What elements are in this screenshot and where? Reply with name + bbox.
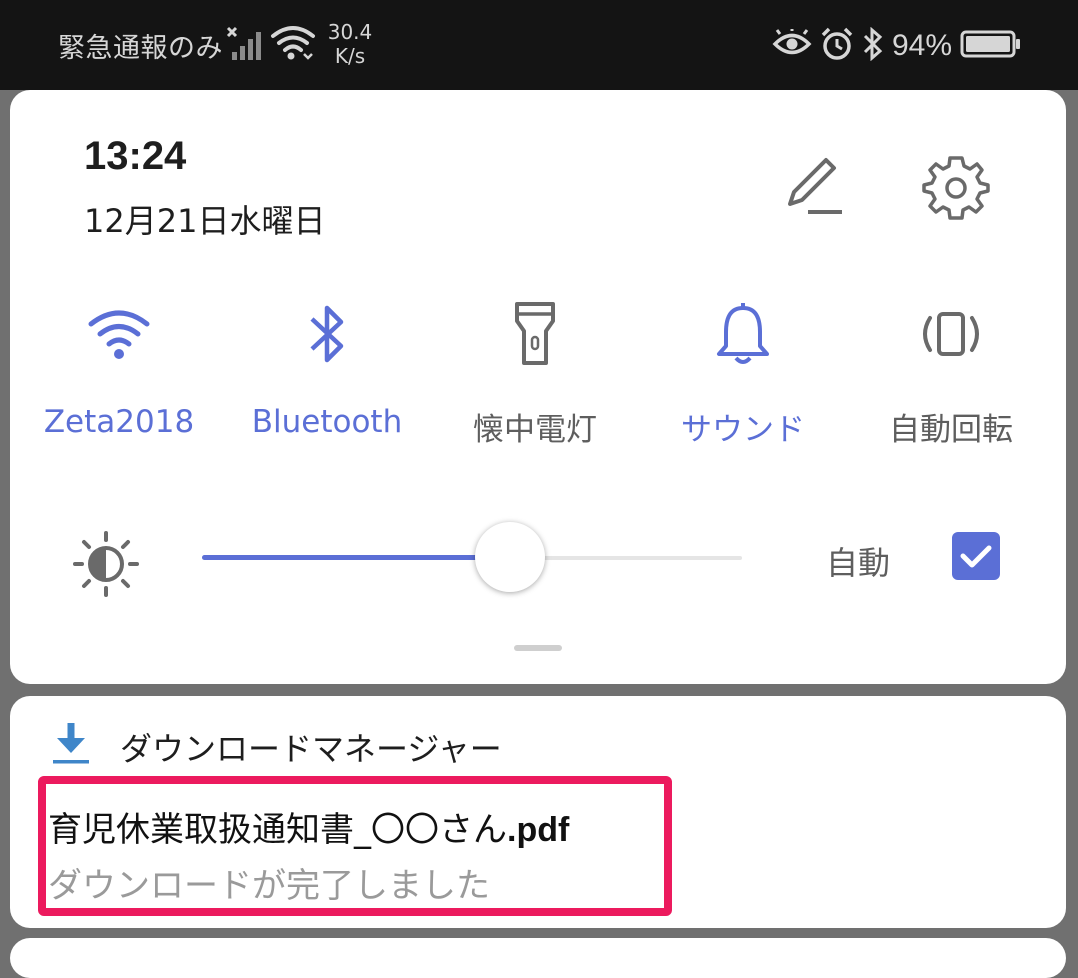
alarm-icon <box>820 27 854 65</box>
checkmark-icon <box>952 545 1000 584</box>
download-notification[interactable]: ダウンロードマネージャー 育児休業取扱通知書_〇〇さん.pdf ダウンロードが完… <box>10 696 1066 928</box>
panel-drag-handle[interactable] <box>514 645 562 651</box>
highlight-box <box>38 776 672 916</box>
tile-flashlight[interactable]: 懐中電灯 <box>435 290 635 460</box>
brightness-icon <box>72 530 140 598</box>
bluetooth-icon <box>289 294 365 374</box>
network-speed-value: 30.4 <box>327 20 373 44</box>
download-icon <box>48 720 94 766</box>
flashlight-icon <box>497 294 573 374</box>
auto-brightness-label: 自動 <box>826 544 891 582</box>
tile-sound[interactable]: サウンド <box>643 290 843 460</box>
tile-bluetooth-label: Bluetooth <box>251 404 403 440</box>
clock-time: 13:24 <box>84 134 187 178</box>
pencil-icon <box>780 158 846 222</box>
tile-wifi-label: Zeta2018 <box>43 404 195 440</box>
wifi-icon <box>81 294 157 374</box>
next-notification-card[interactable] <box>10 938 1066 978</box>
edit-tiles-button[interactable] <box>780 156 846 218</box>
status-bar: 緊急通報のみ 30.4 K/s 94% <box>0 0 1078 90</box>
auto-rotate-icon <box>913 294 989 374</box>
status-icons-right: 94% <box>772 26 1022 65</box>
tile-auto-rotate[interactable]: 自動回転 <box>851 290 1051 460</box>
network-speed: 30.4 K/s <box>320 20 380 68</box>
tile-sound-label: サウンド <box>681 412 805 448</box>
battery-percent: 94% <box>891 29 952 62</box>
settings-button[interactable] <box>922 152 990 220</box>
bluetooth-icon <box>862 26 884 65</box>
notification-app-name: ダウンロードマネージャー <box>120 730 502 768</box>
auto-brightness-checkbox[interactable] <box>952 532 1000 580</box>
tile-flashlight-label: 懐中電灯 <box>473 412 597 448</box>
quick-settings-panel: 13:24 12月21日水曜日 Zeta2018 Bluetooth 懐中電灯 … <box>10 90 1066 684</box>
battery-icon <box>960 29 1022 63</box>
gear-icon <box>922 156 990 224</box>
brightness-slider-thumb[interactable] <box>475 522 545 592</box>
clock-date: 12月21日水曜日 <box>84 202 326 240</box>
network-speed-unit: K/s <box>334 44 366 68</box>
signal-no-sim-icon <box>226 26 264 62</box>
brightness-slider[interactable] <box>202 522 742 592</box>
tile-wifi[interactable]: Zeta2018 <box>19 290 219 460</box>
tile-auto-rotate-label: 自動回転 <box>889 412 1013 448</box>
wifi-icon <box>270 24 316 62</box>
carrier-text: 緊急通報のみ <box>58 33 223 64</box>
eye-comfort-icon <box>772 27 812 63</box>
tile-bluetooth[interactable]: Bluetooth <box>227 290 427 460</box>
brightness-track-fill <box>202 555 510 560</box>
bell-icon <box>705 294 781 374</box>
